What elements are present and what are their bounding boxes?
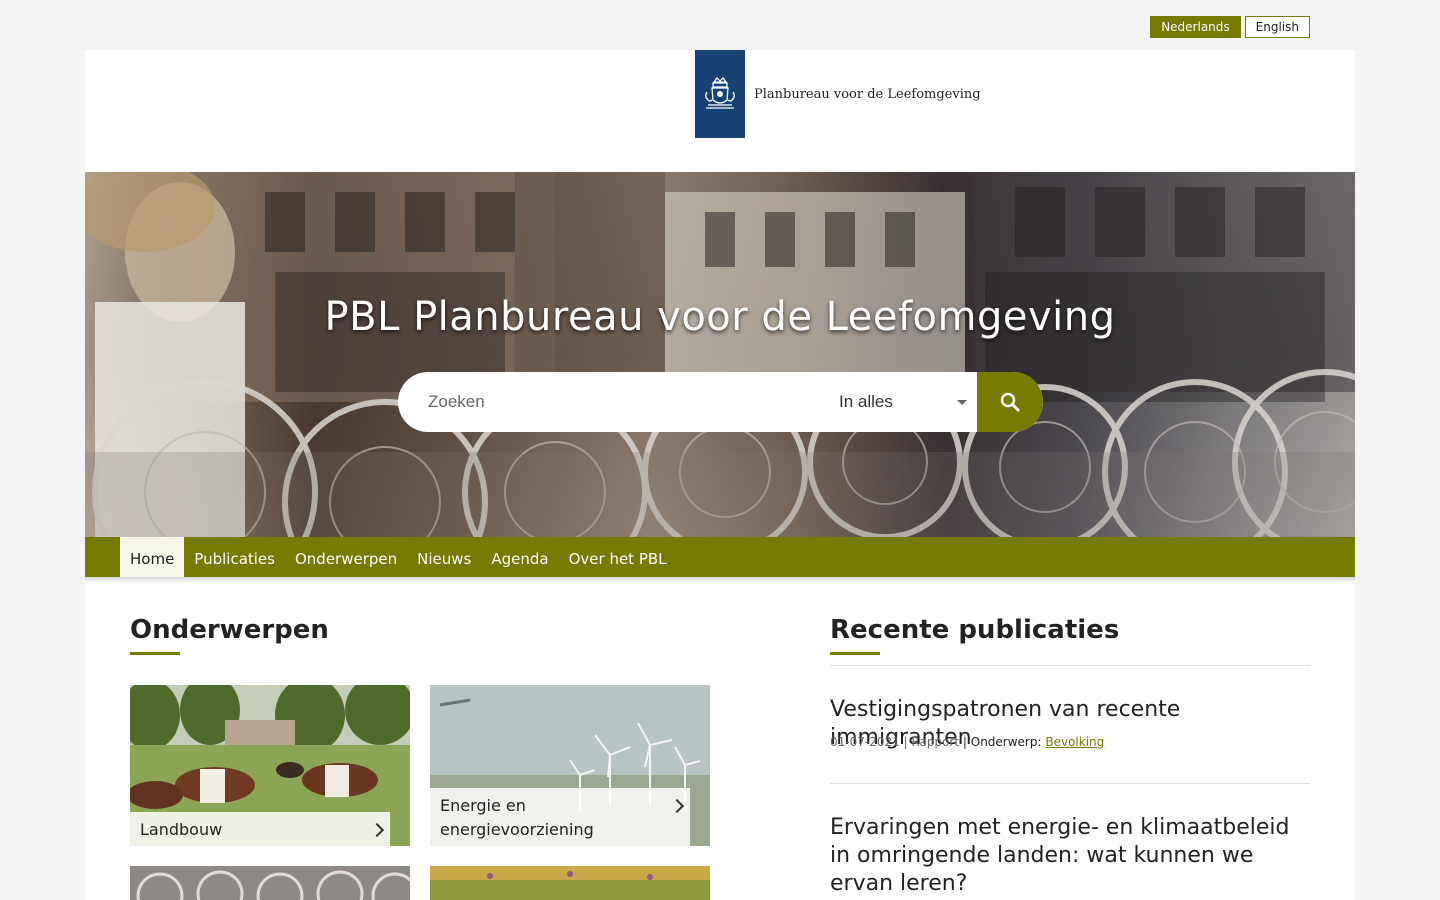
divider bbox=[830, 665, 1310, 666]
topic-4-photo bbox=[430, 866, 710, 900]
language-switcher: Nederlands English bbox=[1150, 16, 1310, 38]
search-bar: In alles bbox=[398, 372, 1043, 432]
topic-label-landbouw: Landbouw bbox=[130, 812, 390, 846]
topic-tile-4[interactable] bbox=[430, 866, 710, 900]
site-logo[interactable]: Planbureau voor de Leefomgeving bbox=[695, 50, 981, 138]
topics-heading-rule bbox=[130, 652, 180, 655]
publication-meta: 01-07-2021 | Rapport | Onderwerp: Bevolk… bbox=[830, 735, 1104, 749]
rijksoverheid-emblem-icon bbox=[695, 50, 745, 138]
topics-heading: Onderwerpen bbox=[130, 615, 329, 645]
topic-3-photo bbox=[130, 866, 410, 900]
chevron-right-icon bbox=[669, 798, 685, 814]
chevron-right-icon bbox=[369, 822, 385, 838]
publication-subject-label: | Onderwerp: bbox=[962, 735, 1042, 749]
hero-photo bbox=[85, 172, 1355, 537]
divider bbox=[830, 783, 1310, 784]
topic-title: Energie en energievoorziening bbox=[440, 796, 594, 839]
search-icon bbox=[1000, 392, 1020, 412]
search-button[interactable] bbox=[977, 372, 1043, 432]
hero-banner: PBL Planbureau voor de Leefomgeving In a… bbox=[85, 172, 1355, 537]
publication-subject-link[interactable]: Bevolking bbox=[1045, 735, 1104, 749]
language-en-button[interactable]: English bbox=[1244, 16, 1310, 38]
topic-tile-energie[interactable]: Energie en energievoorziening bbox=[430, 685, 710, 846]
topic-title: Landbouw bbox=[140, 820, 223, 839]
nav-item-nieuws[interactable]: Nieuws bbox=[407, 537, 481, 577]
topic-tile-3[interactable] bbox=[130, 866, 410, 900]
topic-tile-landbouw[interactable]: Landbouw bbox=[130, 685, 410, 846]
nav-item-agenda[interactable]: Agenda bbox=[481, 537, 558, 577]
search-input[interactable] bbox=[398, 372, 817, 432]
nav-item-onderwerpen[interactable]: Onderwerpen bbox=[285, 537, 407, 577]
org-name: Planbureau voor de Leefomgeving bbox=[754, 86, 981, 102]
search-scope-select[interactable]: In alles bbox=[817, 372, 977, 432]
nav-shadow bbox=[85, 577, 1355, 583]
nav-item-publicaties[interactable]: Publicaties bbox=[184, 537, 285, 577]
page-container: Planbureau voor de Leefomgeving PBL Plan… bbox=[85, 50, 1355, 900]
topic-label-energie: Energie en energievoorziening bbox=[430, 788, 690, 846]
main-nav: Home Publicaties Onderwerpen Nieuws Agen… bbox=[85, 537, 1355, 577]
publication-title-link[interactable]: Ervaringen met energie- en klimaatbeleid… bbox=[830, 814, 1300, 898]
nav-item-home[interactable]: Home bbox=[120, 537, 185, 577]
publications-heading: Recente publicaties bbox=[830, 615, 1120, 645]
search-scope-value: In alles bbox=[839, 392, 893, 411]
language-nl-button[interactable]: Nederlands bbox=[1150, 16, 1241, 38]
caret-down-icon bbox=[957, 399, 967, 405]
publications-heading-rule bbox=[830, 652, 880, 655]
publication-date-type: 01-07-2021 | Rapport bbox=[830, 735, 960, 749]
nav-item-over-het-pbl[interactable]: Over het PBL bbox=[559, 537, 677, 577]
site-header: Planbureau voor de Leefomgeving bbox=[85, 50, 1355, 172]
hero-title: PBL Planbureau voor de Leefomgeving bbox=[324, 294, 1116, 340]
